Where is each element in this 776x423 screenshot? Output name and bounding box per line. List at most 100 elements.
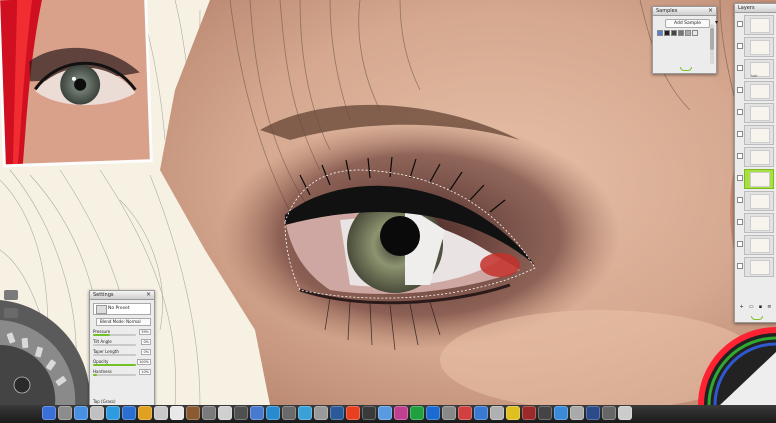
visibility-checkbox[interactable]: [737, 241, 743, 247]
dock-app-icon[interactable]: [378, 406, 392, 420]
layer-item[interactable]: [737, 257, 774, 277]
color-swatch[interactable]: [657, 30, 663, 36]
dock-app-icon[interactable]: [266, 406, 280, 420]
setting-row: Hardness 10%: [93, 369, 151, 378]
dock-app-icon[interactable]: [234, 406, 248, 420]
dock-app-icon[interactable]: [426, 406, 440, 420]
setting-value[interactable]: 0%: [141, 339, 151, 345]
dock-app-icon[interactable]: [522, 406, 536, 420]
dock-app-icon[interactable]: [442, 406, 456, 420]
trash-icon[interactable]: ▪: [759, 304, 762, 312]
panel-grip-icon[interactable]: [679, 67, 692, 71]
dock-app-icon[interactable]: [58, 406, 72, 420]
dock-app-icon[interactable]: [570, 406, 584, 420]
samples-scrollbar[interactable]: [710, 24, 714, 64]
layer-item[interactable]: [737, 103, 774, 123]
dock-app-icon[interactable]: [538, 406, 552, 420]
color-swatch[interactable]: [678, 30, 684, 36]
dock-app-icon[interactable]: [74, 406, 88, 420]
layers-panel: Layers hair + ▭ ▪ ≡: [734, 3, 776, 323]
dock-app-icon[interactable]: [106, 406, 120, 420]
layer-name: hair: [751, 74, 758, 78]
visibility-checkbox[interactable]: [737, 263, 743, 269]
dock-app-icon[interactable]: [218, 406, 232, 420]
setting-slider[interactable]: [93, 354, 136, 356]
folder-icon[interactable]: ▭: [749, 304, 754, 312]
menu-icon[interactable]: ≡: [767, 304, 771, 312]
dock-app-icon[interactable]: [202, 406, 216, 420]
add-layer-icon[interactable]: +: [740, 304, 744, 312]
color-swatch[interactable]: [671, 30, 677, 36]
dropdown-arrow-icon[interactable]: ▾: [715, 19, 718, 26]
dock-app-icon[interactable]: [490, 406, 504, 420]
dock-app-icon[interactable]: [618, 406, 632, 420]
dock-app-icon[interactable]: [282, 406, 296, 420]
sample-swatches: [657, 30, 712, 36]
visibility-checkbox[interactable]: [737, 153, 743, 159]
layer-item[interactable]: [737, 235, 774, 255]
layer-item[interactable]: [737, 125, 774, 145]
setting-row: Opacity 100%: [93, 359, 151, 368]
layer-thumbnail: [750, 84, 770, 99]
dock-app-icon[interactable]: [362, 406, 376, 420]
color-swatch[interactable]: [685, 30, 691, 36]
dock-app-icon[interactable]: [42, 406, 56, 420]
close-icon[interactable]: ×: [146, 291, 151, 299]
layer-item[interactable]: [737, 15, 774, 35]
setting-row: Taper Length 0%: [93, 349, 151, 358]
dock-app-icon[interactable]: [330, 406, 344, 420]
visibility-checkbox[interactable]: [737, 87, 743, 93]
dock-app-icon[interactable]: [410, 406, 424, 420]
dock-app-icon[interactable]: [170, 406, 184, 420]
dock-app-icon[interactable]: [122, 406, 136, 420]
dock-app-icon[interactable]: [314, 406, 328, 420]
blend-mode-dropdown[interactable]: Blend Mode: Normal: [96, 318, 151, 326]
setting-slider[interactable]: [93, 334, 136, 336]
setting-row: Tilt Angle 0%: [93, 339, 151, 348]
setting-value[interactable]: 10%: [139, 369, 151, 375]
dock-app-icon[interactable]: [474, 406, 488, 420]
visibility-checkbox[interactable]: [737, 219, 743, 225]
layer-item[interactable]: [737, 37, 774, 57]
dock-app-icon[interactable]: [298, 406, 312, 420]
layer-actions: + ▭ ▪ ≡: [737, 304, 774, 312]
dock-app-icon[interactable]: [154, 406, 168, 420]
visibility-checkbox[interactable]: [737, 131, 743, 137]
dock-app-icon[interactable]: [250, 406, 264, 420]
dock-app-icon[interactable]: [138, 406, 152, 420]
visibility-checkbox[interactable]: [737, 65, 743, 71]
panel-grip-icon[interactable]: [750, 316, 763, 320]
color-swatch[interactable]: [692, 30, 698, 36]
layer-item[interactable]: [737, 213, 774, 233]
setting-slider[interactable]: [93, 344, 136, 346]
layer-item[interactable]: [737, 81, 774, 101]
setting-slider[interactable]: [93, 374, 136, 376]
dock-app-icon[interactable]: [506, 406, 520, 420]
close-icon[interactable]: ×: [708, 7, 713, 15]
dock-app-icon[interactable]: [458, 406, 472, 420]
layer-thumbnail: [750, 106, 770, 121]
setting-slider[interactable]: [93, 364, 136, 366]
setting-value[interactable]: 0%: [141, 349, 151, 355]
visibility-checkbox[interactable]: [737, 109, 743, 115]
setting-value[interactable]: 39%: [139, 329, 151, 335]
visibility-checkbox[interactable]: [737, 197, 743, 203]
preset-selector[interactable]: No Preset: [93, 303, 151, 315]
dock-app-icon[interactable]: [186, 406, 200, 420]
visibility-checkbox[interactable]: [737, 175, 743, 181]
setting-value[interactable]: 100%: [136, 359, 151, 365]
dock-app-icon[interactable]: [554, 406, 568, 420]
layer-item[interactable]: [737, 147, 774, 167]
dock-app-icon[interactable]: [90, 406, 104, 420]
layer-item[interactable]: hair: [737, 59, 774, 79]
visibility-checkbox[interactable]: [737, 43, 743, 49]
visibility-checkbox[interactable]: [737, 21, 743, 27]
add-sample-button[interactable]: Add Sample ▾: [665, 19, 718, 28]
dock-app-icon[interactable]: [602, 406, 616, 420]
color-swatch[interactable]: [664, 30, 670, 36]
layer-item[interactable]: [737, 169, 774, 189]
dock-app-icon[interactable]: [394, 406, 408, 420]
dock-app-icon[interactable]: [586, 406, 600, 420]
dock-app-icon[interactable]: [346, 406, 360, 420]
layer-item[interactable]: [737, 191, 774, 211]
